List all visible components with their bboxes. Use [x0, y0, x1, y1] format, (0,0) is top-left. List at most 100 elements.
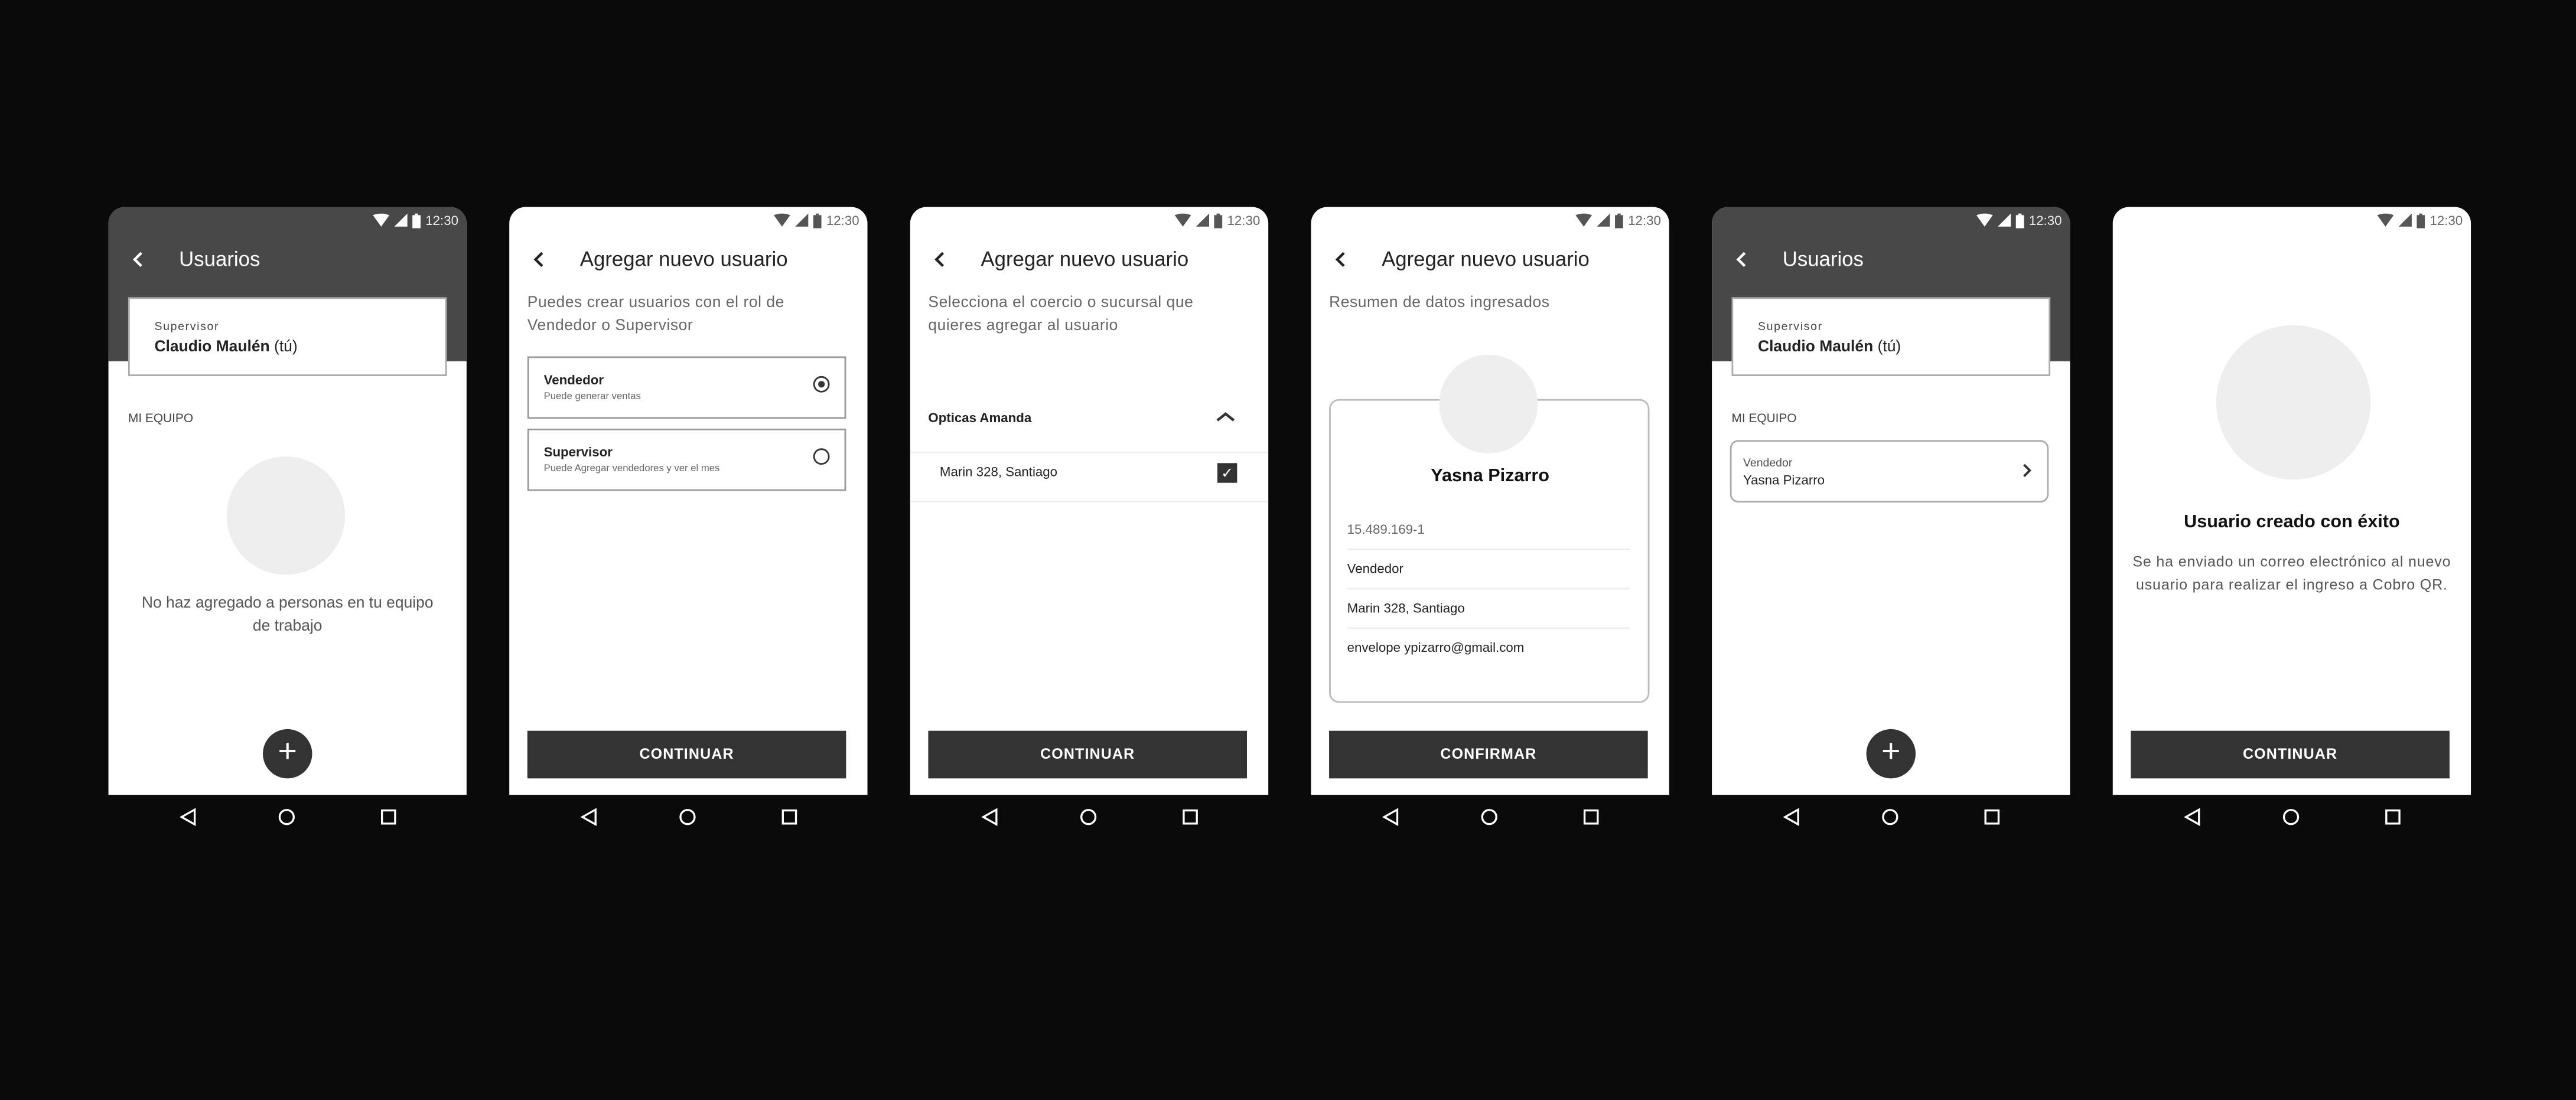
avatar [1439, 354, 1538, 453]
wifi-icon [773, 213, 790, 227]
user-role: Supervisor [1757, 322, 1823, 334]
divider [1347, 587, 1630, 590]
status-time: 12:30 [826, 213, 859, 228]
recents-square-icon[interactable] [2384, 808, 2402, 826]
page-title: Agregar nuevo usuario [1382, 247, 1590, 271]
success-title: Usuario creado con éxito [2184, 512, 2400, 533]
radio-selected[interactable] [813, 376, 830, 393]
home-circle-icon[interactable] [1079, 808, 1098, 826]
chevron-right-icon [2023, 463, 2032, 477]
wifi-icon [1976, 213, 1993, 227]
section-title: MI EQUIPO [1731, 410, 1797, 426]
nav-bar [1311, 795, 1669, 841]
home-circle-icon[interactable] [278, 808, 296, 826]
divider [1347, 627, 1630, 629]
role-option-vendedor[interactable]: Vendedor Puede generar ventas [527, 356, 846, 419]
signal-icon [1597, 213, 1610, 227]
signal-icon [2398, 213, 2412, 227]
home-circle-icon[interactable] [2282, 808, 2300, 826]
home-circle-icon[interactable] [1480, 808, 1499, 826]
back-triangle-icon[interactable] [1382, 808, 1400, 826]
home-circle-icon[interactable] [1881, 808, 1900, 826]
signal-icon [1997, 213, 2011, 227]
current-user-card: Supervisor Claudio Maulén (tú) [128, 297, 447, 376]
back-arrow-icon[interactable] [1333, 248, 1349, 271]
page-title: Agregar nuevo usuario [981, 247, 1189, 271]
battery-icon [813, 213, 822, 228]
phone-summary: 12:30 Agregar nuevo usuario Resumen de d… [1311, 207, 1669, 841]
nav-bar [2113, 795, 2471, 841]
add-user-button[interactable]: + [1866, 729, 1916, 779]
option-description: Puede Agregar vendedores y ver el mes [543, 465, 720, 475]
recents-square-icon[interactable] [1582, 808, 1600, 826]
section-title: MI EQUIPO [128, 410, 194, 426]
role-option-supervisor[interactable]: Supervisor Puede Agregar vendedores y ve… [527, 428, 846, 491]
status-time: 12:30 [2430, 213, 2463, 228]
back-triangle-icon[interactable] [179, 808, 197, 826]
battery-icon [412, 213, 421, 228]
radio-unselected[interactable] [813, 448, 830, 465]
back-triangle-icon[interactable] [2183, 808, 2202, 826]
subtitle: Selecciona el coercio o sucursal que qui… [928, 293, 1194, 335]
status-bar: 12:30 [1575, 212, 1661, 229]
recents-square-icon[interactable] [1181, 808, 1200, 826]
continue-button[interactable]: CONTINUAR [2131, 730, 2450, 779]
page-title: Agregar nuevo usuario [579, 247, 788, 271]
empty-illustration [226, 456, 346, 575]
wifi-icon [2377, 213, 2394, 227]
option-description: Puede generar ventas [543, 392, 641, 403]
option-title: Supervisor [543, 445, 613, 460]
phone-success: 12:30 Usuario creado con éxito Se ha env… [2112, 207, 2471, 841]
signal-icon [394, 213, 408, 227]
nav-bar [509, 795, 867, 841]
confirm-button[interactable]: CONFIRMAR [1329, 730, 1648, 779]
page-title: Usuarios [1782, 247, 1864, 271]
subtitle: Puedes crear usuarios con el rol de Vend… [527, 293, 784, 335]
recents-square-icon[interactable] [1983, 808, 2001, 826]
team-member-item[interactable]: Vendedor Yasna Pizarro [1730, 440, 2049, 503]
checkbox-checked[interactable]: ✓ [1217, 463, 1237, 483]
back-arrow-icon[interactable] [130, 248, 146, 271]
status-time: 12:30 [1227, 213, 1261, 228]
signal-icon [1196, 213, 1209, 227]
status-bar: 12:30 [773, 212, 859, 229]
user-role: Vendedor [1347, 562, 1403, 577]
signal-icon [795, 213, 809, 227]
back-arrow-icon[interactable] [932, 248, 948, 271]
back-triangle-icon[interactable] [580, 808, 598, 826]
merchant-group[interactable]: Opticas Amanda [928, 410, 1031, 425]
user-suffix: (tú) [274, 338, 298, 357]
battery-icon [2417, 213, 2425, 228]
wifi-icon [373, 213, 390, 227]
status-time: 12:30 [425, 213, 458, 228]
phone-select-branch: 12:30 Agregar nuevo usuario Selecciona e… [910, 207, 1269, 841]
current-user-card: Supervisor Claudio Maulén (tú) [1731, 297, 2051, 376]
member-name: Yasna Pizarro [1743, 473, 1825, 488]
user-name: Claudio Maulén [154, 338, 270, 357]
user-branch: Marin 328, Santiago [1347, 600, 1465, 616]
status-bar: 12:30 [2377, 212, 2463, 229]
battery-icon [1214, 213, 1223, 228]
nav-bar [1712, 795, 2070, 841]
back-triangle-icon[interactable] [981, 808, 999, 826]
wifi-icon [1174, 213, 1191, 227]
recents-square-icon[interactable] [780, 808, 799, 826]
phone-select-role: 12:30 Agregar nuevo usuario Puedes crear… [509, 207, 868, 841]
add-user-button[interactable]: + [263, 729, 312, 779]
recents-square-icon[interactable] [379, 808, 398, 826]
user-email: envelope ypizarro@gmail.com [1347, 640, 1525, 655]
user-role: Supervisor [154, 322, 220, 334]
divider [910, 501, 1269, 503]
back-arrow-icon[interactable] [530, 248, 547, 271]
phone-usuarios-empty: 12:30 Usuarios Supervisor Claudio Maulén… [108, 207, 467, 841]
subtitle: Resumen de datos ingresados [1329, 293, 1550, 312]
back-triangle-icon[interactable] [1783, 808, 1801, 826]
chevron-up-icon[interactable] [1216, 410, 1235, 423]
back-arrow-icon[interactable] [1733, 248, 1750, 271]
wifi-icon [1575, 213, 1592, 227]
continue-button[interactable]: CONTINUAR [928, 730, 1248, 779]
home-circle-icon[interactable] [679, 808, 697, 826]
nav-bar [109, 795, 467, 841]
user-rut: 15.489.169-1 [1347, 522, 1425, 537]
continue-button[interactable]: CONTINUAR [527, 730, 846, 779]
